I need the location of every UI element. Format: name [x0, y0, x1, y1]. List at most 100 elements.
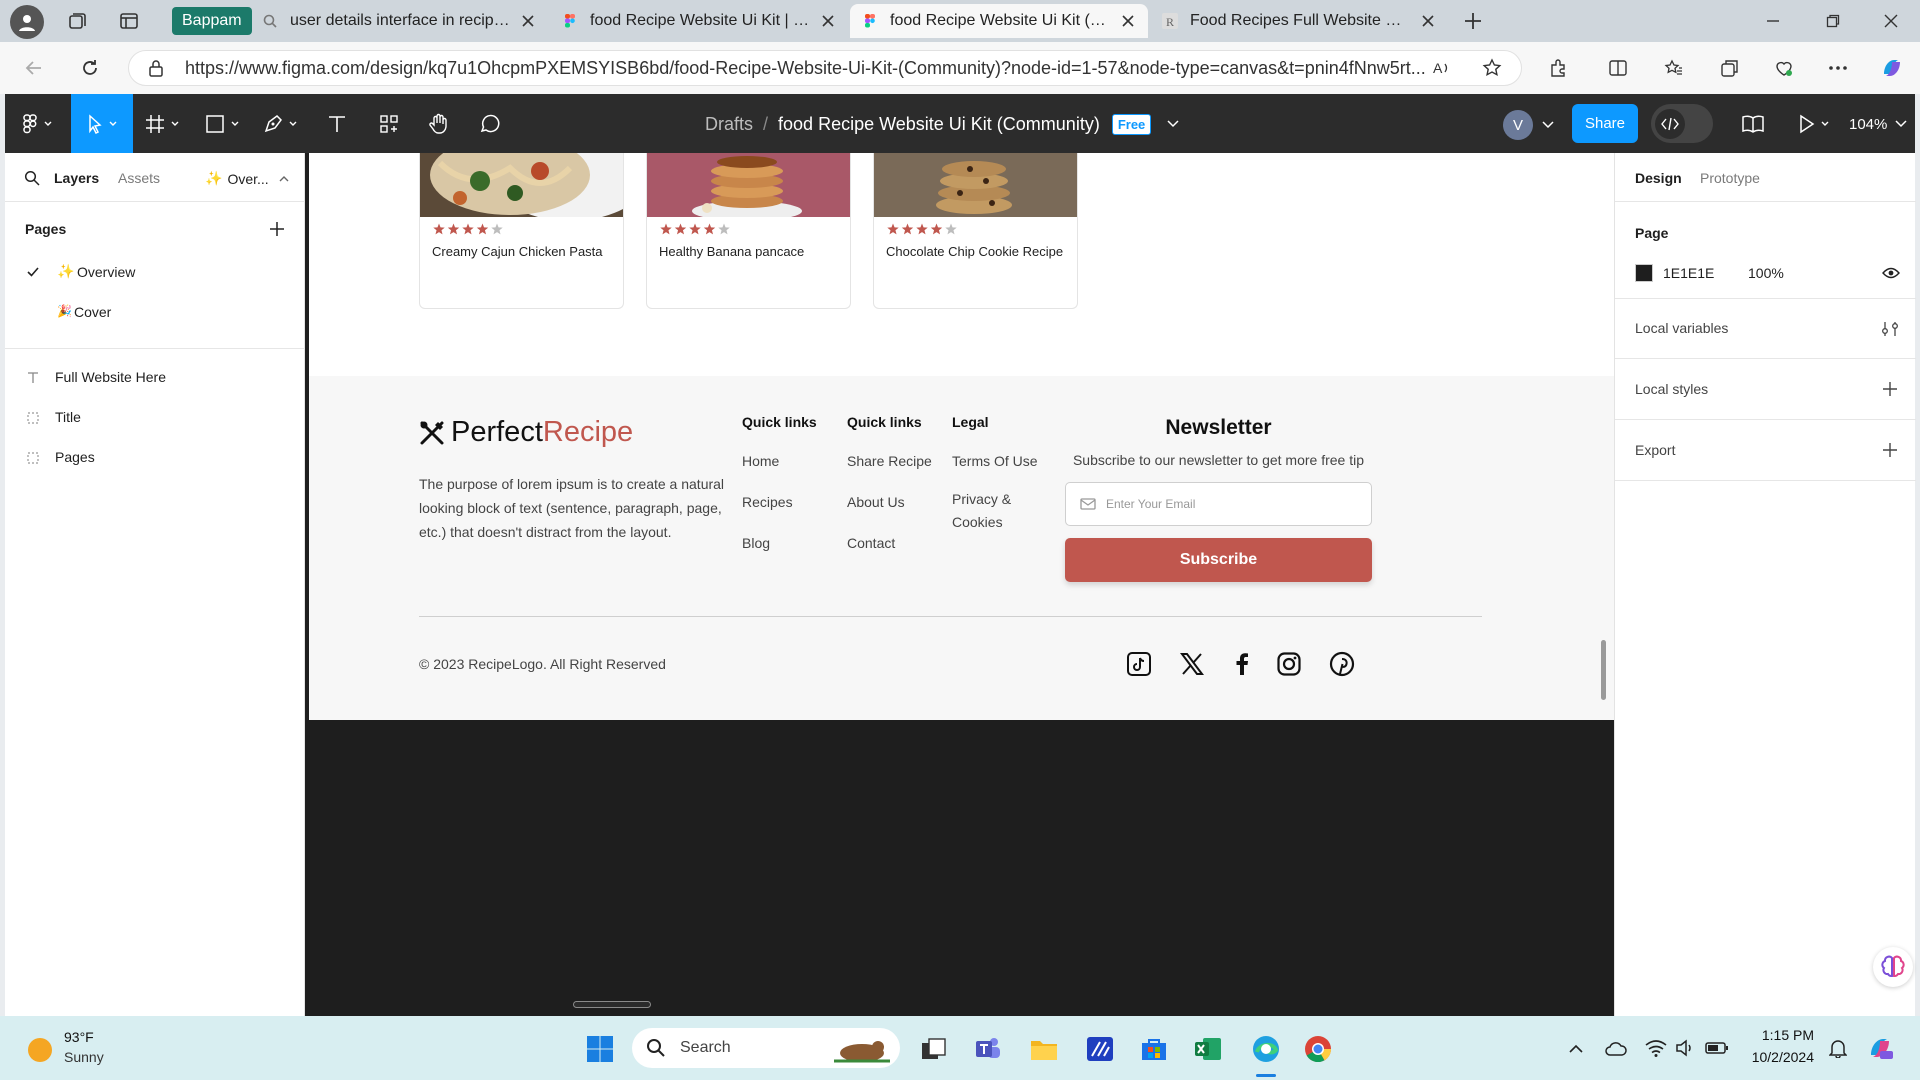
- footer-link[interactable]: Privacy & Cookies: [952, 488, 1024, 534]
- wifi-icon[interactable]: [1644, 1036, 1668, 1060]
- favorites-icon[interactable]: [1662, 56, 1686, 80]
- cloud-icon[interactable]: [1604, 1036, 1628, 1060]
- browser-tab[interactable]: user details interface in recipe we: [250, 4, 548, 38]
- browser-essentials-icon[interactable]: [1772, 56, 1796, 80]
- copilot-taskbar-icon[interactable]: [1864, 1032, 1896, 1064]
- windows-start-icon[interactable]: [584, 1033, 616, 1065]
- sun-icon[interactable]: [28, 1038, 52, 1062]
- email-field[interactable]: Enter Your Email: [1065, 482, 1372, 526]
- share-button[interactable]: Share: [1572, 104, 1638, 143]
- read-aloud-icon[interactable]: A: [1430, 56, 1454, 80]
- subscribe-button[interactable]: Subscribe: [1065, 538, 1372, 582]
- notification-bell-icon[interactable]: [1826, 1036, 1850, 1060]
- minimize-button[interactable]: [1760, 8, 1786, 34]
- store-icon[interactable]: [1138, 1033, 1170, 1065]
- page-switcher[interactable]: ✨ Over...: [205, 170, 289, 187]
- move-tool-button[interactable]: [71, 94, 133, 153]
- footer-link[interactable]: Terms Of Use: [952, 453, 1052, 469]
- browser-tab[interactable]: food Recipe Website Ui Kit | Figma: [550, 4, 848, 38]
- pen-tool-icon[interactable]: [261, 110, 305, 138]
- recipe-card[interactable]: Creamy Cajun Chicken Pasta: [419, 153, 624, 309]
- layer-item-frame[interactable]: Pages: [5, 438, 305, 478]
- chevron-down-icon[interactable]: [1167, 120, 1179, 128]
- recipe-card[interactable]: Healthy Banana pancace: [646, 153, 851, 309]
- hand-tool-icon[interactable]: [425, 110, 453, 138]
- footer-link[interactable]: Recipes: [742, 494, 832, 510]
- layer-item-text[interactable]: Full Website Here: [5, 358, 305, 398]
- close-icon[interactable]: [520, 13, 536, 29]
- browser-tab-active[interactable]: food Recipe Website Ui Kit (Comm: [850, 4, 1148, 38]
- split-screen-icon[interactable]: [1606, 56, 1630, 80]
- weather-temp[interactable]: 93°F: [64, 1029, 94, 1045]
- tab-group-bappam[interactable]: Bappam: [172, 7, 252, 35]
- breadcrumb-drafts[interactable]: Drafts: [705, 114, 753, 135]
- workspaces-icon[interactable]: [64, 8, 90, 34]
- footer-link[interactable]: Home: [742, 453, 832, 469]
- footer-link[interactable]: Share Recipe: [847, 453, 947, 469]
- local-variables-section[interactable]: Local variables: [1615, 299, 1916, 359]
- profile-icon[interactable]: [10, 5, 44, 39]
- pinterest-icon[interactable]: [1329, 651, 1355, 677]
- clock-date[interactable]: 10/2/2024: [1734, 1049, 1814, 1065]
- library-icon[interactable]: [1738, 110, 1768, 138]
- battery-icon[interactable]: [1704, 1036, 1730, 1060]
- color-swatch[interactable]: [1635, 264, 1653, 282]
- teams-icon[interactable]: [972, 1033, 1004, 1065]
- refresh-icon[interactable]: [76, 54, 104, 82]
- footer-link[interactable]: Contact: [847, 535, 947, 551]
- excel-icon[interactable]: [1192, 1033, 1224, 1065]
- new-tab-button[interactable]: [1460, 8, 1486, 34]
- footer-logo[interactable]: Perfect Recipe: [419, 416, 633, 449]
- more-menu-icon[interactable]: [1826, 56, 1850, 80]
- weather-condition[interactable]: Sunny: [64, 1049, 104, 1065]
- footer-link[interactable]: About Us: [847, 494, 947, 510]
- facebook-icon[interactable]: [1229, 651, 1255, 677]
- horizontal-scrollbar[interactable]: [573, 1001, 651, 1008]
- local-styles-section[interactable]: Local styles: [1615, 360, 1916, 420]
- page-item-overview[interactable]: ✨ Overview: [5, 253, 305, 293]
- page-item-cover[interactable]: 🎉 Cover: [5, 293, 305, 333]
- vertical-scrollbar[interactable]: [1601, 640, 1606, 700]
- design-canvas[interactable]: Creamy Cajun Chicken Pasta Healthy Banan…: [305, 153, 1614, 1016]
- lock-icon[interactable]: [146, 58, 166, 78]
- add-page-icon[interactable]: [267, 219, 287, 239]
- bg-color-hex[interactable]: 1E1E1E: [1663, 265, 1714, 281]
- tab-assets[interactable]: Assets: [118, 170, 160, 186]
- layer-item-frame[interactable]: Title: [5, 398, 305, 438]
- avatar[interactable]: V: [1503, 110, 1533, 140]
- ai-brain-icon[interactable]: [1873, 947, 1913, 987]
- website-frame[interactable]: Creamy Cajun Chicken Pasta Healthy Banan…: [309, 153, 1614, 720]
- export-section[interactable]: Export: [1615, 421, 1916, 481]
- edge-icon[interactable]: [1248, 1031, 1284, 1067]
- file-explorer-icon[interactable]: [1028, 1033, 1060, 1065]
- collections-icon[interactable]: [1718, 56, 1742, 80]
- tiktok-icon[interactable]: [1126, 651, 1152, 677]
- close-icon[interactable]: [1120, 13, 1136, 29]
- browser-tab[interactable]: R Food Recipes Full Website UI Kit F: [1150, 4, 1448, 38]
- back-icon[interactable]: [20, 54, 48, 82]
- x-icon[interactable]: [1179, 651, 1205, 677]
- tab-prototype[interactable]: Prototype: [1700, 170, 1760, 186]
- close-icon[interactable]: [1420, 13, 1436, 29]
- restore-button[interactable]: [1820, 8, 1846, 34]
- zoom-control[interactable]: 104%: [1849, 110, 1907, 138]
- comment-tool-icon[interactable]: [475, 110, 503, 138]
- footer-link[interactable]: Blog: [742, 535, 832, 551]
- dev-mode-toggle[interactable]: [1651, 104, 1713, 143]
- tab-layers[interactable]: Layers: [54, 170, 99, 186]
- chrome-icon[interactable]: [1302, 1033, 1334, 1065]
- whiteboard-icon[interactable]: [1084, 1033, 1116, 1065]
- figma-menu-icon[interactable]: [19, 110, 59, 138]
- eye-icon[interactable]: [1881, 265, 1901, 281]
- chevron-down-icon[interactable]: [1541, 118, 1555, 132]
- instagram-icon[interactable]: [1276, 651, 1302, 677]
- task-view-icon[interactable]: [918, 1033, 950, 1065]
- file-title[interactable]: food Recipe Website Ui Kit (Community): [778, 114, 1100, 135]
- favorite-star-icon[interactable]: [1480, 56, 1504, 80]
- tab-design[interactable]: Design: [1635, 170, 1682, 186]
- present-play-icon[interactable]: [1795, 110, 1839, 138]
- copilot-icon[interactable]: [1878, 54, 1906, 82]
- clock-time[interactable]: 1:15 PM: [1754, 1027, 1814, 1043]
- extensions-icon[interactable]: [1546, 56, 1570, 80]
- close-window-button[interactable]: [1878, 8, 1904, 34]
